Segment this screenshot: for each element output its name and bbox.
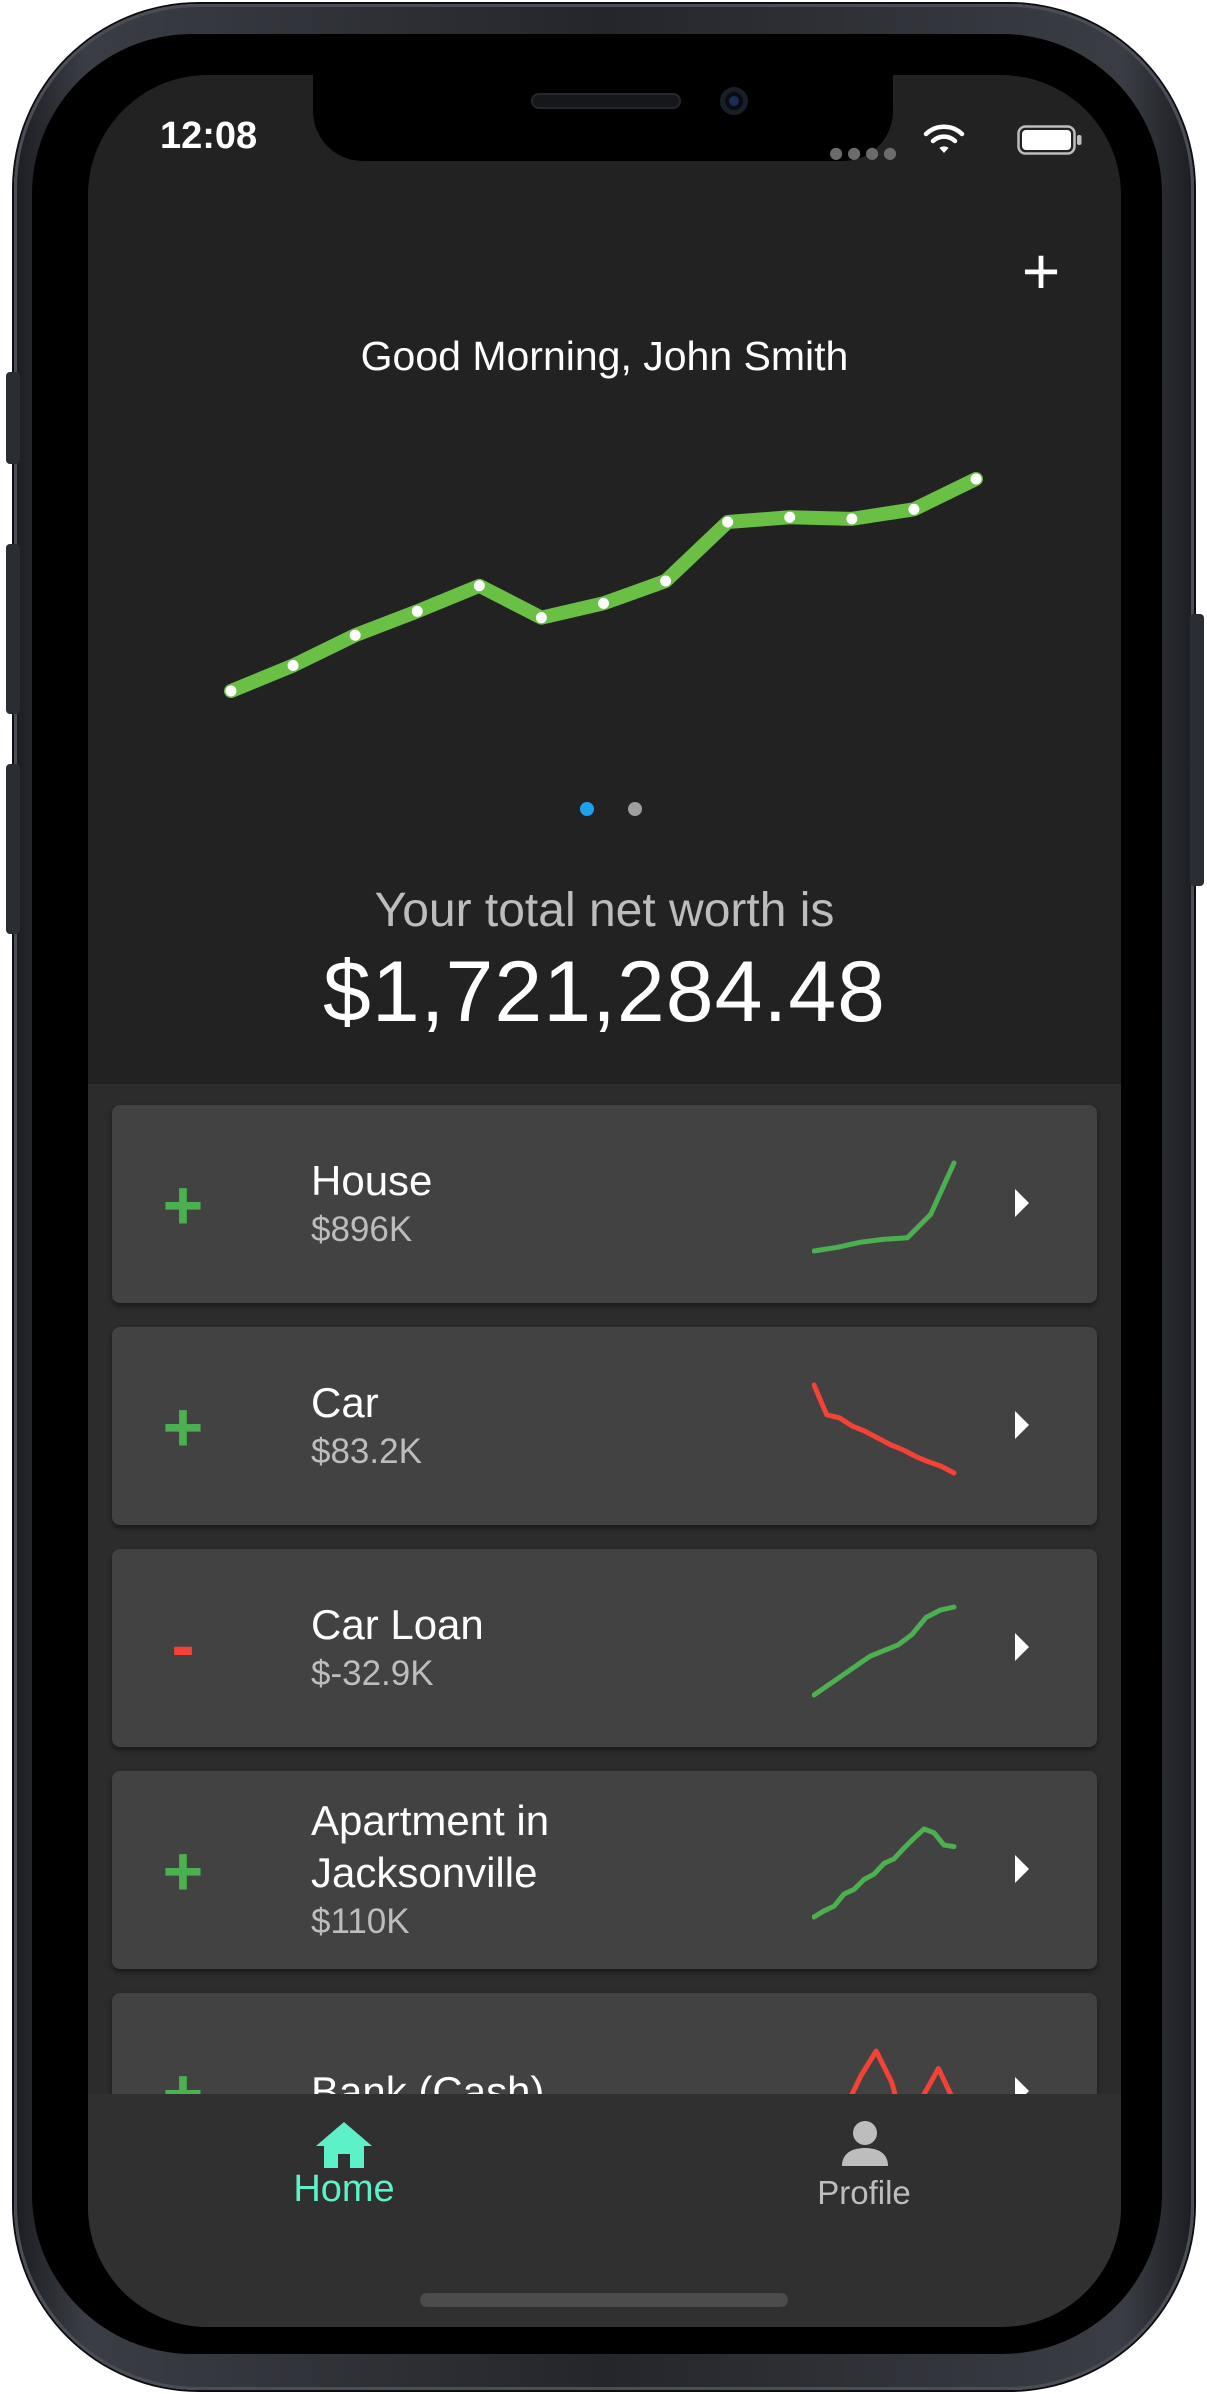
chevron-right-icon[interactable] — [1015, 1855, 1029, 1883]
asset-info: Car Loan $-32.9K — [311, 1549, 751, 1747]
app-screen: 12:08 ●●●● + Good Morning, John Smith Yo… — [88, 75, 1121, 2327]
plus-icon: + — [162, 1166, 204, 1244]
net-worth-point — [411, 605, 423, 617]
net-worth-chart — [224, 472, 983, 698]
net-worth-point — [598, 597, 609, 609]
minus-icon: - — [171, 1606, 195, 1684]
chevron-right-icon[interactable] — [1015, 1633, 1029, 1661]
net-worth-point — [784, 511, 796, 523]
mute-switch — [6, 372, 20, 464]
nav-profile-label: Profile — [817, 2174, 911, 2211]
asset-card[interactable]: + Car $83.2K — [112, 1327, 1097, 1525]
net-worth-value: $1,721,284.48 — [323, 944, 886, 1040]
nav-home-label: Home — [293, 2168, 395, 2210]
asset-value: $896K — [311, 1210, 413, 1249]
asset-name: Bank (Cash) — [311, 2068, 545, 2094]
notch — [313, 75, 893, 161]
volume-down-button — [6, 764, 20, 934]
asset-card[interactable]: + Bank (Cash) — [112, 1993, 1097, 2094]
net-worth-point — [846, 513, 858, 525]
home-icon — [316, 2122, 372, 2168]
plus-icon: + — [162, 2054, 204, 2094]
asset-info: House $896K — [311, 1105, 751, 1303]
asset-value: $-32.9K — [311, 1654, 434, 1693]
asset-value: $110K — [311, 1902, 410, 1941]
asset-name: Car — [311, 1379, 379, 1426]
chart-pager — [88, 802, 1121, 822]
asset-sparkline — [812, 1160, 957, 1254]
nav-home[interactable]: Home — [214, 2094, 474, 2224]
status-time: 12:08 — [160, 115, 258, 157]
net-worth-point — [722, 516, 734, 528]
asset-sparkline — [812, 1826, 957, 1920]
signal-icon: ●●●● — [829, 143, 901, 162]
asset-info: Apartment in Jacksonville $110K — [311, 1771, 751, 1969]
asset-card[interactable]: + House $896K — [112, 1105, 1097, 1303]
pager-dot-active[interactable] — [580, 802, 594, 816]
asset-name: Car Loan — [311, 1601, 484, 1648]
earpiece-speaker — [531, 93, 681, 109]
net-worth-point — [535, 612, 547, 624]
chevron-right-icon[interactable] — [1015, 1411, 1029, 1439]
net-worth-point — [225, 685, 237, 697]
sparkline-path — [812, 1826, 957, 1920]
nav-profile[interactable]: Profile — [734, 2094, 994, 2224]
net-worth-point — [287, 659, 299, 671]
net-worth-point — [473, 580, 485, 592]
asset-card[interactable]: + Apartment in Jacksonville $110K — [112, 1771, 1097, 1969]
wifi-icon — [923, 124, 965, 153]
sparkline-path — [849, 2048, 954, 2094]
net-worth-label: Your total net worth is — [374, 884, 835, 937]
greeting-text: Good Morning, John Smith — [360, 333, 849, 379]
net-worth-point — [660, 575, 672, 587]
plus-icon: + — [162, 1388, 204, 1466]
net-worth-point — [349, 629, 361, 641]
asset-info: Car $83.2K — [311, 1327, 751, 1525]
asset-info: Bank (Cash) — [311, 1993, 751, 2094]
chevron-right-icon[interactable] — [1015, 2077, 1029, 2094]
net-worth-point — [970, 473, 982, 485]
plus-icon: + — [162, 1832, 204, 1910]
asset-name: House — [311, 1157, 433, 1204]
add-asset-button[interactable]: + — [1011, 238, 1071, 304]
chevron-right-icon[interactable] — [1015, 1189, 1029, 1217]
sparkline-path — [812, 1382, 957, 1476]
net-worth-line — [224, 472, 983, 698]
asset-card[interactable]: - Car Loan $-32.9K — [112, 1549, 1097, 1747]
power-button — [1190, 614, 1204, 886]
asset-sparkline — [812, 1604, 957, 1698]
asset-sparkline — [812, 1382, 957, 1476]
volume-up-button — [6, 544, 20, 714]
asset-sparkline — [849, 2048, 954, 2094]
asset-value: $83.2K — [311, 1432, 422, 1471]
status-icons: ●●●● — [823, 123, 1083, 162]
asset-list[interactable]: + House $896K + Car $83.2K - Car Loan $-32.9K + Ap… — [88, 1084, 1121, 2094]
asset-name: Apartment in Jacksonville — [311, 1797, 550, 1896]
pager-dot[interactable] — [628, 802, 642, 816]
front-camera — [720, 87, 748, 115]
net-worth-point — [908, 503, 920, 515]
home-indicator — [420, 2293, 788, 2307]
sparkline-path — [812, 1604, 957, 1698]
person-icon — [842, 2121, 888, 2166]
battery-icon — [1017, 125, 1082, 155]
sparkline-path — [812, 1160, 957, 1254]
